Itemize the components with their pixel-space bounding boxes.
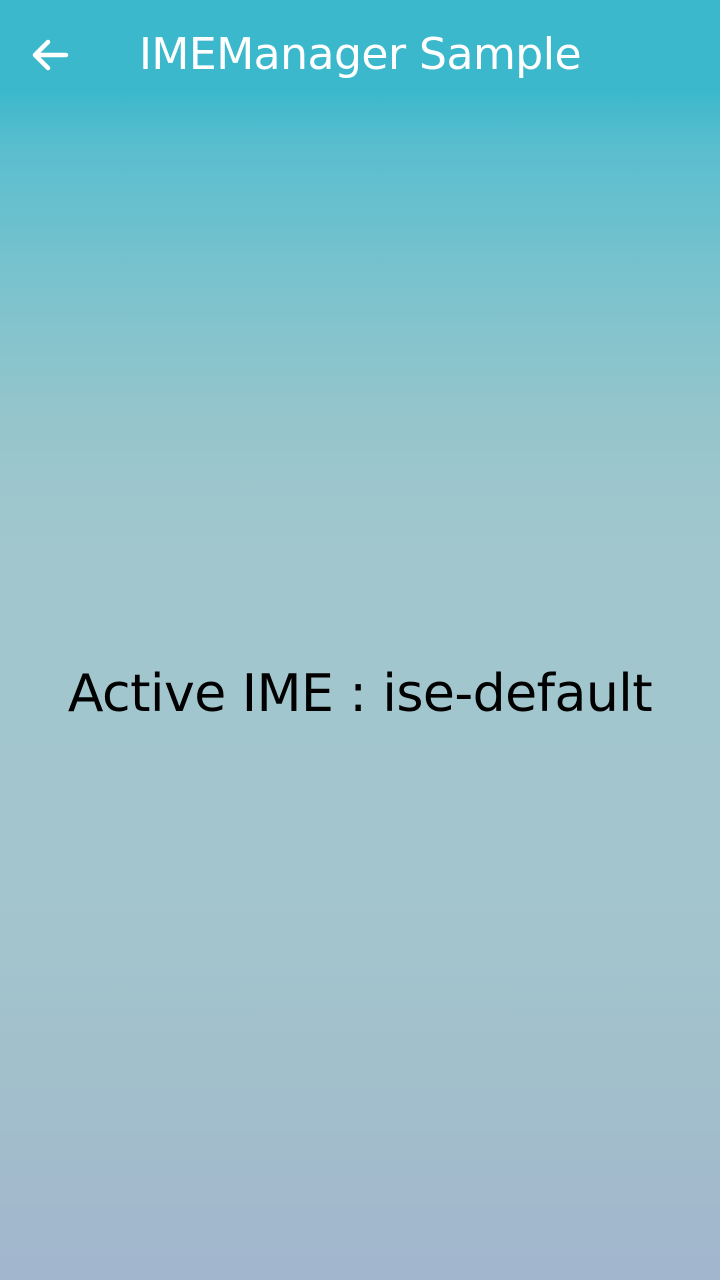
app-header: IMEManager Sample bbox=[0, 0, 720, 110]
active-ime-label: Active IME : ise-default bbox=[67, 664, 653, 724]
page-title: IMEManager Sample bbox=[138, 29, 582, 80]
main-content: Active IME : ise-default bbox=[0, 110, 720, 1280]
